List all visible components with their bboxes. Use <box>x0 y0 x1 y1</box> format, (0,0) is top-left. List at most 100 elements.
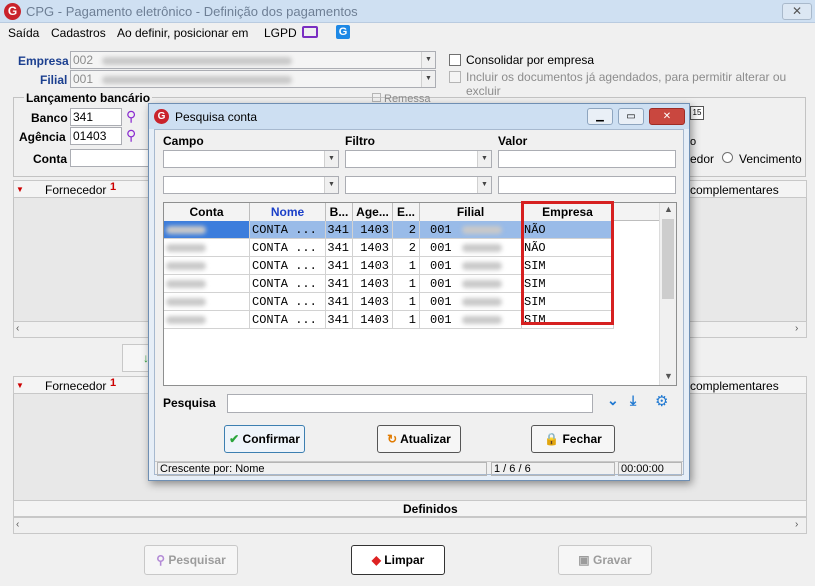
scroll-left-icon[interactable]: ‹ <box>16 519 19 530</box>
empresa-select[interactable]: 002 ▼ <box>70 51 436 69</box>
app-logo-icon: G <box>4 3 21 20</box>
complementares-column[interactable]: complementares <box>690 183 779 197</box>
sort-triangle-icon[interactable]: ▼ <box>16 185 24 194</box>
radio-vencimento[interactable] <box>722 152 733 163</box>
col-nome[interactable]: Nome <box>250 203 326 221</box>
cell-filial: 001 <box>420 257 522 275</box>
monitor-icon[interactable] <box>302 26 318 38</box>
results-v-scrollbar[interactable]: ▲ ▼ <box>659 203 676 385</box>
menu-ao-definir[interactable]: Ao definir, posicionar em <box>117 26 248 40</box>
campo-select-2[interactable]: ▼ <box>163 176 339 194</box>
col-filial[interactable]: Filial <box>420 203 522 221</box>
valor-label: Valor <box>498 134 528 148</box>
search-icon[interactable]: ⚲ <box>126 127 136 144</box>
chevron-down-icon: ▼ <box>324 177 338 193</box>
complementares-column[interactable]: complementares <box>690 379 779 393</box>
valor-input-2[interactable] <box>498 176 676 194</box>
lower-h-scrollbar[interactable] <box>13 517 807 534</box>
fechar-button[interactable]: 🔒 Fechar <box>531 425 615 453</box>
menu-saida[interactable]: Saída <box>8 26 39 40</box>
chevron-down-icon: ▼ <box>477 151 491 167</box>
banco-input[interactable]: 341 <box>70 108 122 126</box>
limpar-button[interactable]: ◆ Limpar <box>351 545 445 575</box>
fornecedor-column[interactable]: Fornecedor <box>45 379 106 393</box>
cell-filial: 001 <box>420 239 522 257</box>
cell-filial: 001 <box>420 275 522 293</box>
cell-e: 1 <box>393 257 420 275</box>
dialog-title-bar: G Pesquisa conta ▁ ▭ ✕ <box>149 104 689 129</box>
menu-lgpd[interactable]: LGPD <box>264 26 297 40</box>
scroll-left-icon[interactable]: ‹ <box>16 323 19 334</box>
minimize-button[interactable]: ▁ <box>587 108 613 125</box>
cell-conta <box>164 275 250 293</box>
dialog-body: Campo Filtro Valor ▼ ▼ ▼ ▼ Conta Nome B.… <box>154 129 684 476</box>
conta-input[interactable] <box>70 149 150 167</box>
consolidar-label: Consolidar por empresa <box>466 53 595 67</box>
close-button[interactable]: ✕ <box>649 108 685 125</box>
definidos-label: Definidos <box>403 502 458 516</box>
incluir-checkbox[interactable] <box>449 71 461 83</box>
col-conta[interactable]: Conta <box>164 203 250 221</box>
chevron-down-icon: ▼ <box>421 71 435 87</box>
dialog-title: Pesquisa conta <box>175 110 258 124</box>
filial-label: Filial <box>40 73 68 87</box>
pesquisa-conta-dialog: G Pesquisa conta ▁ ▭ ✕ Campo Filtro Valo… <box>148 103 690 481</box>
sort-indicator: 1 <box>110 181 117 193</box>
cell-e: 1 <box>393 275 420 293</box>
confirmar-button[interactable]: ✔ Confirmar <box>224 425 305 453</box>
scroll-thumb[interactable] <box>662 219 674 299</box>
scroll-down-icon[interactable]: ▼ <box>664 371 673 381</box>
col-agencia[interactable]: Age... <box>353 203 393 221</box>
valor-input-1[interactable] <box>498 150 676 168</box>
cell-filial: 001 <box>420 293 522 311</box>
search-icon[interactable]: ⚲ <box>126 108 136 125</box>
status-count: 1 / 6 / 6 <box>491 462 615 476</box>
pesquisar-button[interactable]: ⚲ Pesquisar <box>144 545 238 575</box>
search-icon: ⚲ <box>156 553 166 567</box>
results-grid: Conta Nome B... Age... E... Filial Empre… <box>163 201 677 386</box>
cell-banco: 341 <box>326 293 353 311</box>
cell-e: 2 <box>393 221 420 239</box>
app-logo-icon: G <box>154 109 169 124</box>
col-banco[interactable]: B... <box>326 203 353 221</box>
scroll-up-icon[interactable]: ▲ <box>664 204 673 214</box>
g-app-icon[interactable]: G <box>336 25 350 39</box>
main-close-button[interactable]: ✕ <box>782 3 812 20</box>
filial-select[interactable]: 001 ▼ <box>70 70 436 88</box>
scroll-right-icon[interactable]: › <box>795 323 798 334</box>
lock-icon: 🔒 <box>544 432 560 446</box>
check-icon: ✔ <box>229 432 240 446</box>
cell-conta <box>164 239 250 257</box>
cell-conta <box>164 221 250 239</box>
agencia-input[interactable]: 01403 <box>70 127 122 145</box>
consolidar-checkbox[interactable] <box>449 54 461 66</box>
main-window-title: CPG - Pagamento eletrônico - Definição d… <box>26 4 358 19</box>
sort-triangle-icon[interactable]: ▼ <box>16 381 24 390</box>
gravar-button[interactable]: ▣ Gravar <box>558 545 652 575</box>
cell-agencia: 1403 <box>353 311 393 329</box>
pesquisa-input[interactable] <box>227 394 593 413</box>
col-empresa[interactable]: E... <box>393 203 420 221</box>
scroll-right-icon[interactable]: › <box>795 519 798 530</box>
maximize-button[interactable]: ▭ <box>618 108 644 125</box>
double-chevron-down-icon[interactable]: ⌄ <box>607 392 619 409</box>
cell-conta <box>164 257 250 275</box>
cell-e: 1 <box>393 293 420 311</box>
agencia-label: Agência <box>19 130 66 144</box>
filtro-select-1[interactable]: ▼ <box>345 150 492 168</box>
filtro-label: Filtro <box>345 134 375 148</box>
fornecedor-column[interactable]: Fornecedor <box>45 183 106 197</box>
refresh-icon: ↻ <box>387 432 398 446</box>
cell-filial: 001 <box>420 221 522 239</box>
gear-icon[interactable]: ⚙ <box>655 392 668 410</box>
cell-agencia: 1403 <box>353 239 393 257</box>
filtro-select-2[interactable]: ▼ <box>345 176 492 194</box>
menu-cadastros[interactable]: Cadastros <box>51 26 106 40</box>
cell-e: 2 <box>393 239 420 257</box>
atualizar-button[interactable]: ↻ Atualizar <box>377 425 461 453</box>
campo-select-1[interactable]: ▼ <box>163 150 339 168</box>
calendar-icon[interactable]: 15 <box>690 106 704 120</box>
chevron-down-icon: ▼ <box>324 151 338 167</box>
cell-agencia: 1403 <box>353 257 393 275</box>
chevron-to-last-icon[interactable]: ⤓ <box>630 392 636 409</box>
